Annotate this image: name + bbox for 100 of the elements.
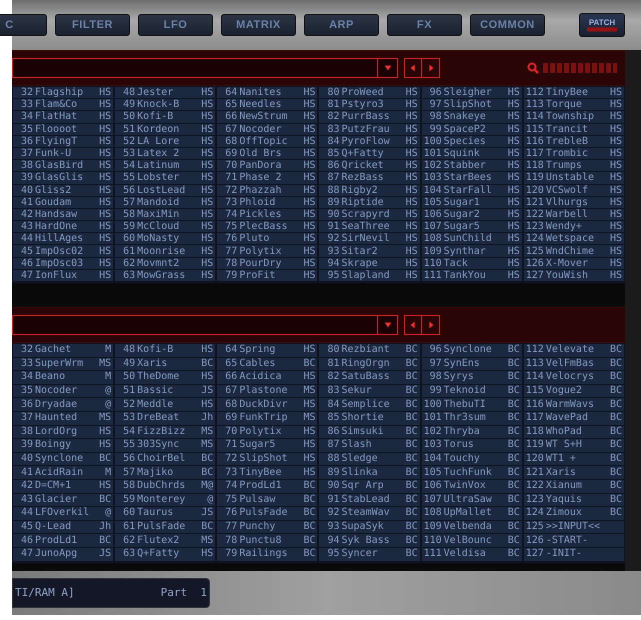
bank-dropdown[interactable]: [12, 315, 398, 335]
patch-slot[interactable]: 92 SirNevil HS: [319, 233, 420, 244]
patch-slot[interactable]: 38 LordOrg HS: [13, 426, 114, 438]
patch-slot[interactable]: 80 Rezbiant BC: [319, 344, 420, 357]
patch-slot[interactable]: 122 Warbell HS: [524, 208, 624, 220]
patch-slot[interactable]: 47 IonFlux HS: [13, 270, 114, 281]
patch-slot[interactable]: 66 NewStrum HS: [217, 111, 318, 123]
patch-slot[interactable]: 67 Plastone MS: [217, 384, 318, 398]
patch-slot[interactable]: 125 >>INPUT<<: [524, 520, 624, 534]
patch-slot[interactable]: 60 Taurus JS: [115, 507, 216, 520]
previous-button[interactable]: [404, 315, 422, 335]
patch-slot[interactable]: 56 LostLead HS: [115, 184, 216, 196]
patch-slot[interactable]: 52 Meddle HS: [115, 398, 216, 411]
patch-slot[interactable]: 99 Teknoid BC: [422, 384, 522, 398]
patch-slot[interactable]: 93 Sitar2 HS: [319, 245, 420, 257]
patch-slot[interactable]: 35 Nocoder @: [13, 384, 114, 398]
patch-slot[interactable]: 101 Thr3sum BC: [422, 412, 522, 425]
patch-slot[interactable]: 120 VCSwolf HS: [524, 184, 624, 196]
patch-slot[interactable]: 36 FlyingT HS: [13, 136, 114, 147]
patch-slot[interactable]: 113 VelFmBas BC: [524, 358, 624, 370]
section-tab[interactable]: LFO: [138, 14, 213, 36]
patch-slot[interactable]: 58 DubChrds M@: [115, 480, 216, 493]
patch-slot[interactable]: 83 PutzFrau HS: [319, 124, 420, 135]
patch-slot[interactable]: 81 Pstyro3 HS: [319, 99, 420, 110]
patch-slot[interactable]: 126 -START-: [524, 534, 624, 547]
patch-slot[interactable]: 89 Riptide HS: [319, 196, 420, 208]
patch-slot[interactable]: 109 Synthar HS: [422, 245, 522, 257]
patch-slot[interactable]: 106 TwinVox BC: [422, 480, 522, 493]
patch-slot[interactable]: 35 Floooot HS: [13, 124, 114, 135]
next-button[interactable]: [422, 58, 440, 78]
patch-slot[interactable]: 42 Handsaw HS: [13, 208, 114, 220]
patch-slot[interactable]: 71 Sugar5 HS: [217, 439, 318, 452]
previous-button[interactable]: [404, 58, 422, 78]
patch-slot[interactable]: 89 Slinka BC: [319, 466, 420, 479]
patch-slot[interactable]: 72 SlipShot HS: [217, 452, 318, 466]
patch-slot[interactable]: 120 WT1 + BC: [524, 452, 624, 466]
patch-slot[interactable]: 98 Snakeye HS: [422, 111, 522, 123]
patch-slot[interactable]: 96 Synclone BC: [422, 344, 522, 357]
patch-slot[interactable]: 113 Torque HS: [524, 99, 624, 110]
patch-slot[interactable]: 68 DuckDivr HS: [217, 398, 318, 411]
patch-slot[interactable]: 59 McCloud HS: [115, 221, 216, 232]
patch-slot[interactable]: 69 Old Brs HS: [217, 148, 318, 160]
patch-slot[interactable]: 115 Vogue2 BC: [524, 384, 624, 398]
patch-slot[interactable]: 110 Tack HS: [422, 258, 522, 269]
patch-slot[interactable]: 116 TrebleB HS: [524, 136, 624, 147]
patch-slot[interactable]: 70 Polytix HS: [217, 426, 318, 438]
patch-slot[interactable]: 55 Lobster HS: [115, 172, 216, 184]
patch-slot[interactable]: 88 Sledge BC: [319, 452, 420, 466]
patch-slot[interactable]: 83 Sekur BC: [319, 384, 420, 398]
patch-slot[interactable]: 119 WT S+H BC: [524, 439, 624, 452]
patch-button[interactable]: PATCH: [579, 13, 625, 37]
patch-slot[interactable]: 66 Acidica HS: [217, 371, 318, 384]
patch-slot[interactable]: 78 PourDry HS: [217, 258, 318, 269]
patch-slot[interactable]: 95 Syncer BC: [319, 548, 420, 560]
patch-slot[interactable]: 112 Velevate BC: [524, 344, 624, 357]
patch-slot[interactable]: 57 Mandoid HS: [115, 196, 216, 208]
patch-slot[interactable]: 54 Latinum HS: [115, 160, 216, 172]
bank-dropdown[interactable]: [12, 58, 398, 78]
patch-slot[interactable]: 41 AcidRain M: [13, 466, 114, 479]
patch-slot[interactable]: 45 Q-Lead Jh: [13, 520, 114, 534]
patch-slot[interactable]: 127 YouWish HS: [524, 270, 624, 281]
patch-slot[interactable]: 69 FunkTrip MS: [217, 412, 318, 425]
patch-slot[interactable]: 100 ThebuTI BC: [422, 398, 522, 411]
patch-slot[interactable]: 85 Q+Fatty HS: [319, 148, 420, 160]
patch-slot[interactable]: 102 Stabber HS: [422, 160, 522, 172]
patch-slot[interactable]: 110 VelBounc BC: [422, 534, 522, 547]
patch-slot[interactable]: 103 StarBees HS: [422, 172, 522, 184]
patch-slot[interactable]: 60 MoNasty HS: [115, 233, 216, 244]
patch-slot[interactable]: 114 Township HS: [524, 111, 624, 123]
patch-slot[interactable]: 77 Punchy BC: [217, 520, 318, 534]
patch-slot[interactable]: 99 SpaceP2 HS: [422, 124, 522, 135]
patch-slot[interactable]: 64 Nanites HS: [217, 87, 318, 98]
patch-slot[interactable]: 49 Xaris BC: [115, 358, 216, 370]
patch-slot[interactable]: 64 Spring HS: [217, 344, 318, 357]
patch-slot[interactable]: 33 Flam&Co HS: [13, 99, 114, 110]
patch-slot[interactable]: 96 Sleigher HS: [422, 87, 522, 98]
patch-slot[interactable]: 34 FlatHat HS: [13, 111, 114, 123]
patch-slot[interactable]: 123 Yaquis BC: [524, 494, 624, 506]
patch-slot[interactable]: 48 Jester HS: [115, 87, 216, 98]
patch-slot[interactable]: 124 Zimoux BC: [524, 507, 624, 520]
patch-slot[interactable]: 85 Shortie BC: [319, 412, 420, 425]
patch-slot[interactable]: 104 StarFall HS: [422, 184, 522, 196]
patch-slot[interactable]: 39 Boingy HS: [13, 439, 114, 452]
patch-slot[interactable]: 112 TinyBee HS: [524, 87, 624, 98]
patch-slot[interactable]: 98 Syrys BC: [422, 371, 522, 384]
patch-slot[interactable]: 106 Sugar2 HS: [422, 208, 522, 220]
patch-slot[interactable]: 111 Veldisa BC: [422, 548, 522, 560]
patch-slot[interactable]: 104 Touchy BC: [422, 452, 522, 466]
patch-slot[interactable]: 115 Trancit HS: [524, 124, 624, 135]
section-tab[interactable]: ARP: [304, 14, 379, 36]
patch-slot[interactable]: 102 Thryba BC: [422, 426, 522, 438]
patch-slot[interactable]: 75 Pulsaw BC: [217, 494, 318, 506]
patch-slot[interactable]: 101 Squink HS: [422, 148, 522, 160]
patch-slot[interactable]: 65 Needles HS: [217, 99, 318, 110]
patch-slot[interactable]: 72 Phazzah HS: [217, 184, 318, 196]
patch-slot[interactable]: 84 Semplice BC: [319, 398, 420, 411]
patch-slot[interactable]: 76 Pluto HS: [217, 233, 318, 244]
patch-slot[interactable]: 108 SunChild HS: [422, 233, 522, 244]
patch-slot[interactable]: 123 Wendy+ HS: [524, 221, 624, 232]
patch-slot[interactable]: 55 303Sync MS: [115, 439, 216, 452]
